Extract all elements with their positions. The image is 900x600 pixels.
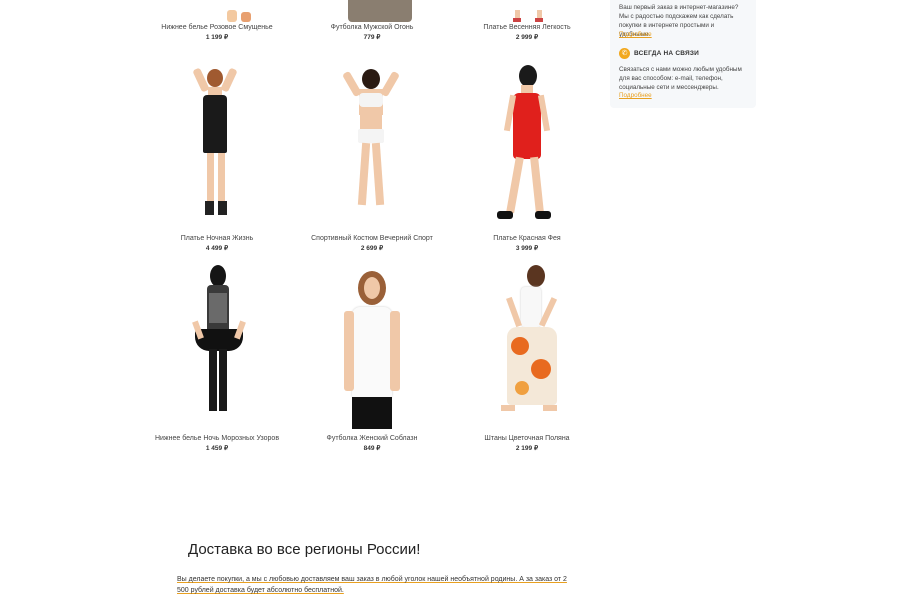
first-order-more-link[interactable]: Подробнее [619,31,652,38]
contact-text: Связаться с нами можно любым удобным для… [619,66,742,91]
delivery-heading: Доставка во все регионы России! [188,541,421,558]
contact-title: ВСЕГДА НА СВЯЗИ [634,50,699,57]
product-photo[interactable] [467,63,587,233]
info-sidebar: Ваш первый заказ в интернет-магазине? Мы… [610,0,756,108]
product-card[interactable]: Платье Весенняя Легкость 2 999 ₽ [427,0,627,41]
product-name[interactable]: Платье Красная Фея [427,235,627,242]
product-photo[interactable] [467,0,587,22]
product-photo[interactable] [157,263,277,433]
phone-icon: ✆ [619,48,630,59]
product-price: 2 999 ₽ [515,34,539,41]
product-price: 2 199 ₽ [515,445,539,452]
delivery-text: Вы делаете покупки, а мы с любовью доста… [177,574,577,596]
delivery-text-body: Вы делаете покупки, а мы с любовью доста… [177,576,567,594]
product-photo[interactable] [157,63,277,233]
product-photo[interactable] [312,0,432,22]
product-photo[interactable] [312,263,432,433]
contact-more-link[interactable]: Подробнее [619,92,652,99]
product-name[interactable]: Платье Весенняя Легкость [427,24,627,31]
product-photo[interactable] [467,263,587,433]
product-photo[interactable] [312,63,432,233]
product-photo[interactable] [157,0,277,22]
product-card[interactable]: Платье Красная Фея 3 999 ₽ [427,63,627,252]
product-card[interactable]: Штаны Цветочная Поляна 2 199 ₽ [427,263,627,452]
product-price: 3 999 ₽ [515,245,539,252]
product-name[interactable]: Штаны Цветочная Поляна [427,435,627,442]
